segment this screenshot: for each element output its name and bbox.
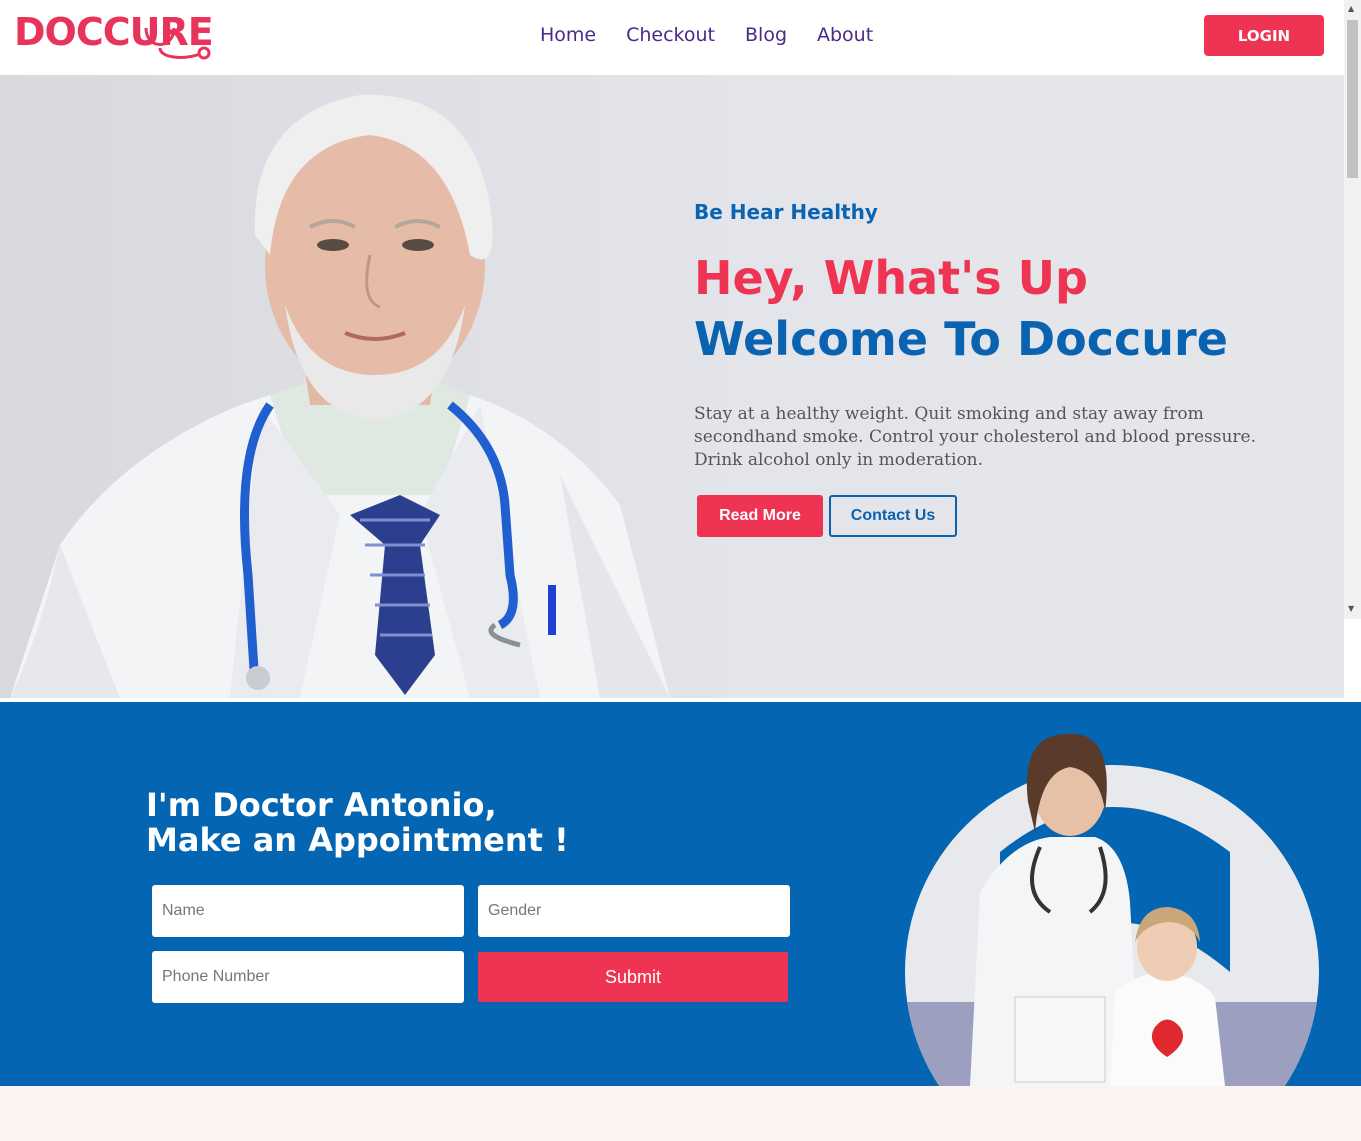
- phone-number-input[interactable]: [152, 951, 464, 1003]
- next-section-band: [0, 1086, 1361, 1141]
- hero-tagline: Be Hear Healthy: [694, 200, 878, 224]
- stethoscope-logo-icon: [144, 27, 211, 60]
- scroll-up-arrow-icon[interactable]: ▲: [1348, 4, 1354, 13]
- read-more-button[interactable]: Read More: [697, 495, 823, 537]
- menu-blog[interactable]: Blog: [745, 24, 787, 46]
- hero-section: Be Hear Healthy Hey, What's Up Welcome T…: [0, 75, 1344, 698]
- menu-checkout[interactable]: Checkout: [626, 24, 715, 46]
- scrollbar-thumb[interactable]: [1347, 20, 1358, 178]
- scroll-down-arrow-icon[interactable]: ▼: [1348, 604, 1354, 613]
- main-menu: Home Checkout Blog About: [540, 24, 873, 46]
- name-input[interactable]: [152, 885, 464, 937]
- doccure-logo[interactable]: DOCCURE: [14, 6, 214, 60]
- hero-paragraph: Stay at a healthy weight. Quit smoking a…: [694, 404, 1257, 470]
- contact-us-button[interactable]: Contact Us: [829, 495, 957, 537]
- appointment-title: I'm Doctor Antonio, Make an Appointment …: [146, 788, 569, 858]
- menu-about[interactable]: About: [817, 24, 873, 46]
- top-navbar: DOCCURE Home Checkout Blog About LOGIN: [0, 0, 1361, 75]
- appointment-section: I'm Doctor Antonio, Make an Appointment …: [0, 702, 1361, 1086]
- hero-heading-line2: Welcome To Doccure: [694, 312, 1228, 366]
- menu-home[interactable]: Home: [540, 24, 596, 46]
- submit-button[interactable]: Submit: [478, 952, 788, 1002]
- senior-doctor-image: [10, 94, 670, 698]
- appointment-title-line2: Make an Appointment !: [146, 821, 569, 859]
- doctor-with-child-image: [905, 733, 1319, 1086]
- hero-heading-line1: Hey, What's Up: [694, 251, 1088, 305]
- appointment-title-line1: I'm Doctor Antonio,: [146, 786, 497, 824]
- login-button[interactable]: LOGIN: [1204, 15, 1324, 56]
- gender-input[interactable]: [478, 885, 790, 937]
